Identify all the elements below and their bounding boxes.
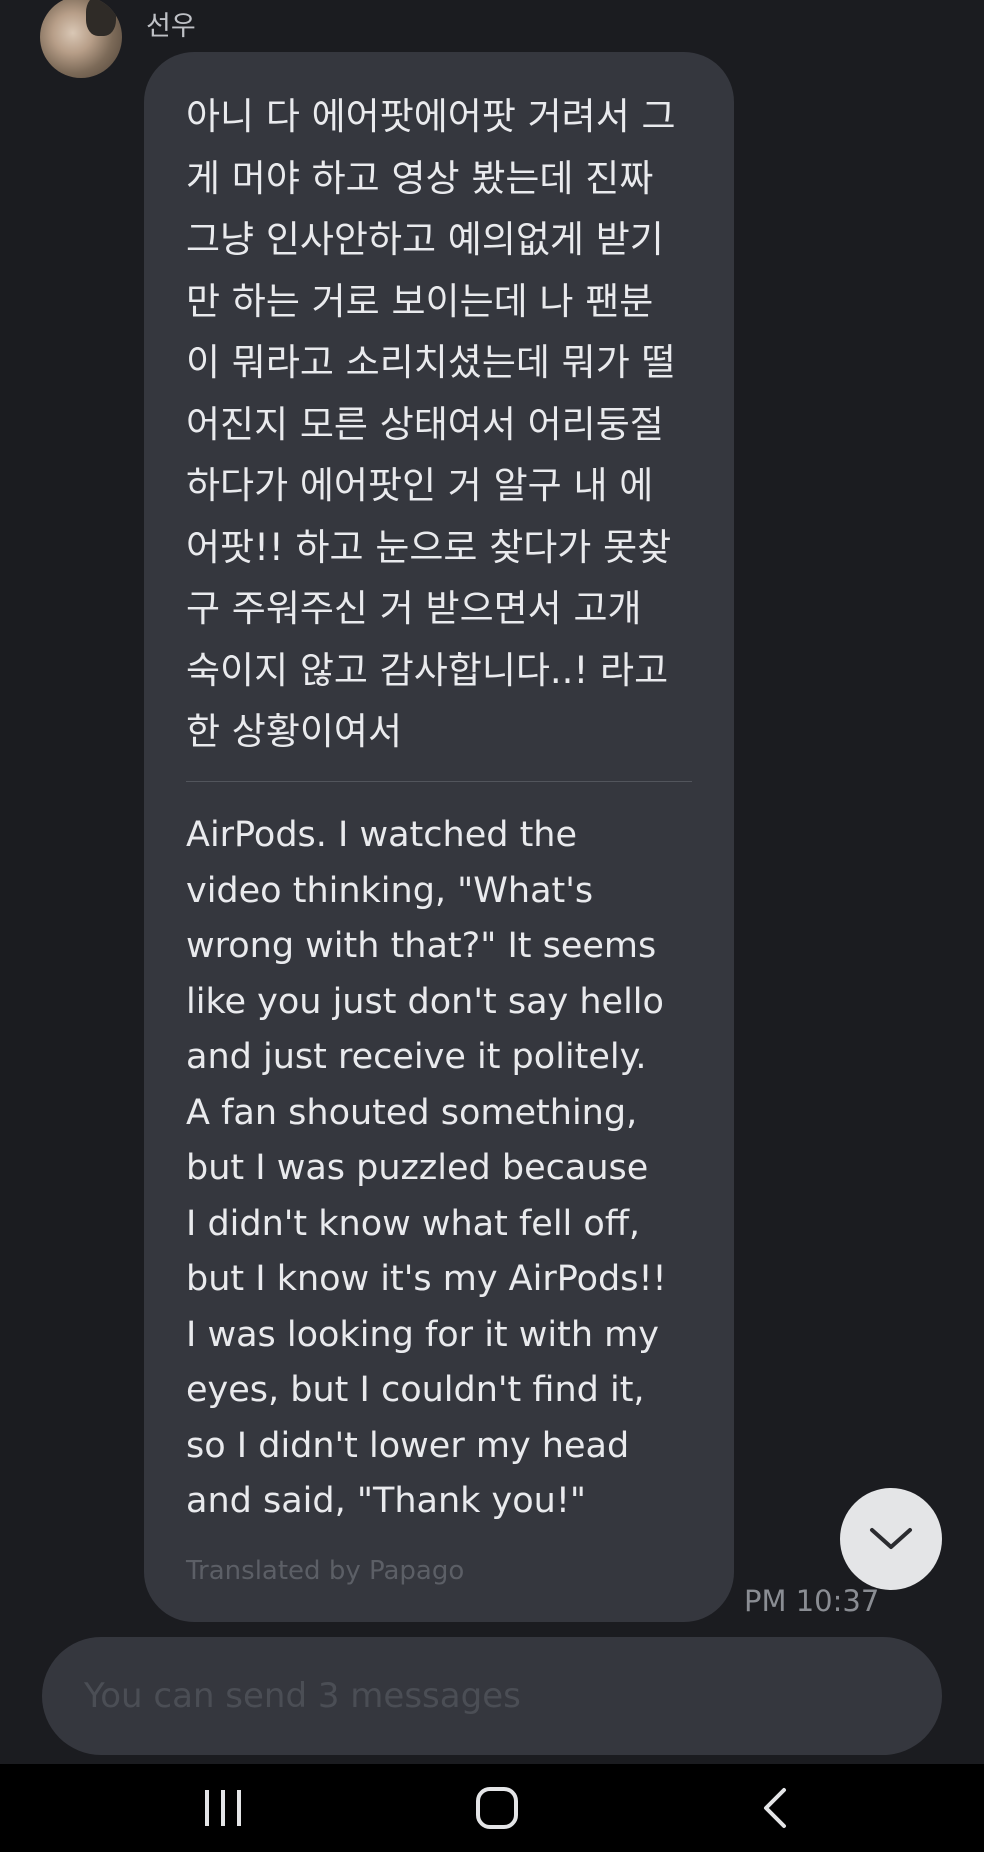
system-nav-bar [0,1764,984,1852]
message-original-text: 아니 다 에어팟에어팟 거려서 그 게 머야 하고 영상 봤는데 진짜 그냥 인… [186,95,676,753]
translation-divider [186,781,692,782]
avatar[interactable] [40,0,122,78]
back-icon [764,1788,786,1828]
recents-icon [205,1790,241,1826]
nav-home-button[interactable] [437,1764,557,1852]
message-translated-text: AirPods. I watched the video thinking, "… [186,815,667,1521]
message-input-bar[interactable] [42,1637,942,1755]
chevron-down-icon [870,1528,912,1549]
nav-back-button[interactable] [715,1764,835,1852]
message-timestamp: PM 10:37 [744,1584,880,1618]
translated-by-label: Translated by Papago [186,1556,465,1586]
scroll-down-button[interactable] [840,1488,942,1590]
home-icon [476,1787,518,1829]
chat-screen: 선우 아니 다 에어팟에어팟 거려서 그 게 머야 하고 영상 봤는데 진짜 그… [0,0,984,1852]
nav-recents-button[interactable] [163,1764,283,1852]
message-input[interactable] [82,1675,906,1717]
sender-name: 선우 [146,11,196,42]
